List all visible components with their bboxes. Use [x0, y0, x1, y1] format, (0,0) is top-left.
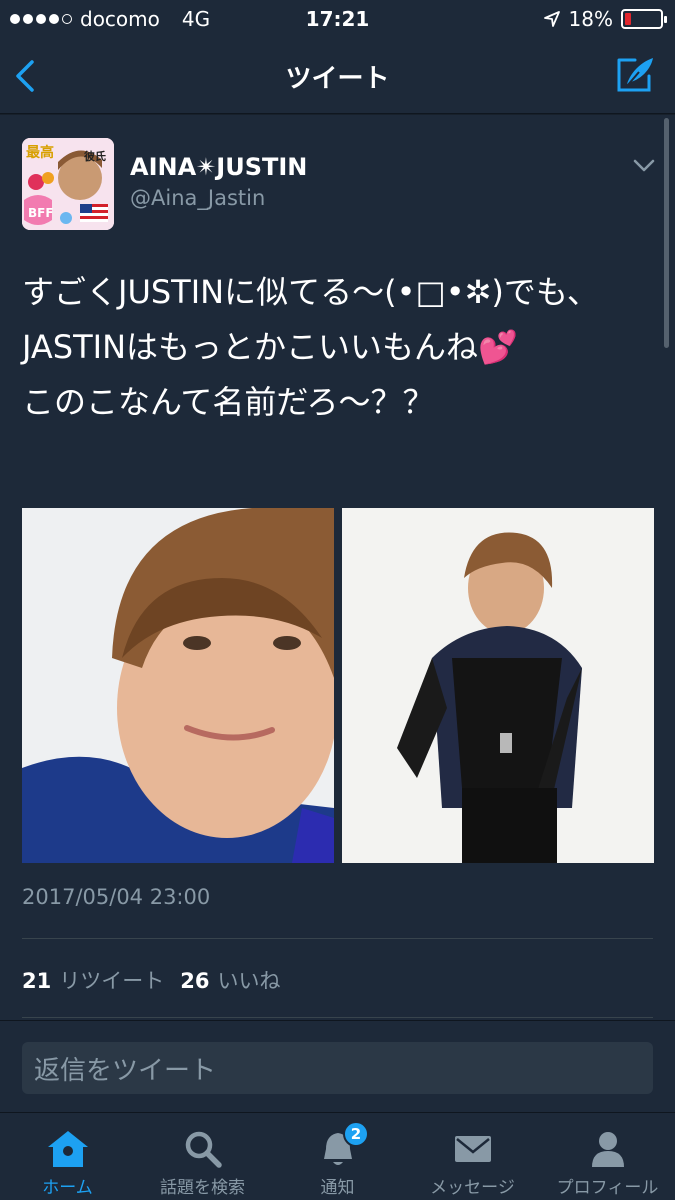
photo-fullbody — [342, 508, 654, 863]
tab-search[interactable]: 話題を検索 — [135, 1113, 270, 1200]
retweet-label[interactable]: リツイート — [59, 965, 164, 995]
tab-label: ホーム — [42, 1178, 93, 1198]
chevron-down-icon[interactable] — [633, 159, 655, 173]
carrier-name: docomo — [80, 7, 160, 31]
tab-label: メッセージ — [430, 1178, 515, 1198]
photo-portrait-closeup — [22, 508, 334, 863]
status-bar: docomo 4G 17:21 18% — [0, 0, 675, 38]
scrollbar[interactable] — [664, 118, 669, 348]
tweet-detail: 最高 彼氏 BFF AINA✴︎JUSTIN @Aina_Jastin すごくJ… — [0, 115, 675, 1020]
compose-tweet-icon[interactable] — [615, 54, 657, 96]
reply-input[interactable]: 返信をツイート — [22, 1042, 653, 1094]
divider — [22, 1017, 653, 1018]
signal-strength-icon — [10, 14, 72, 24]
tab-messages[interactable]: メッセージ — [405, 1113, 540, 1200]
tab-home[interactable]: ホーム — [0, 1113, 135, 1200]
tab-label: 話題を検索 — [160, 1178, 245, 1198]
search-icon — [185, 1131, 222, 1168]
network-type: 4G — [181, 7, 211, 31]
battery-percent: 18% — [568, 7, 613, 31]
avatar-text: 彼氏 — [84, 150, 106, 163]
page-title: ツイート — [285, 64, 390, 94]
navigation-bar: ツイート — [0, 38, 675, 114]
divider — [22, 938, 653, 939]
person-icon — [591, 1132, 624, 1167]
avatar-text: 最高 — [26, 145, 54, 161]
location-arrow-icon — [543, 11, 560, 27]
notification-badge: 2 — [343, 1121, 369, 1147]
tab-label: プロフィール — [556, 1178, 659, 1198]
retweet-count[interactable]: 21 — [22, 969, 51, 993]
like-label[interactable]: いいね — [217, 965, 280, 995]
tweet-timestamp: 2017/05/04 23:00 — [22, 885, 211, 909]
tab-profile[interactable]: プロフィール — [540, 1113, 675, 1200]
avatar-text: BFF — [28, 206, 54, 220]
tab-bar: ホーム 話題を検索 2 通知 メッセージ プロフィール — [0, 1112, 675, 1200]
battery-level — [625, 13, 631, 25]
display-name[interactable]: AINA✴︎JUSTIN — [130, 153, 307, 181]
tab-label: 通知 — [320, 1178, 355, 1198]
tab-notifications[interactable]: 2 通知 — [270, 1113, 405, 1200]
tweet-text: すごくJUSTINに似てる〜(•□•✲)でも、JASTINはもっとかこいいもんね… — [22, 273, 599, 421]
battery-icon — [621, 9, 667, 29]
tweet-photo[interactable] — [342, 508, 654, 863]
envelope-icon — [454, 1136, 491, 1162]
avatar[interactable]: 最高 彼氏 BFF — [22, 138, 114, 230]
tweet-photo[interactable] — [22, 508, 334, 863]
reply-bar: 返信をツイート — [0, 1020, 675, 1112]
engagement-stats: 21 リツイート 26 いいね — [22, 965, 296, 995]
home-icon — [47, 1131, 88, 1167]
user-handle[interactable]: @Aina_Jastin — [130, 186, 265, 210]
like-count[interactable]: 26 — [180, 969, 209, 993]
